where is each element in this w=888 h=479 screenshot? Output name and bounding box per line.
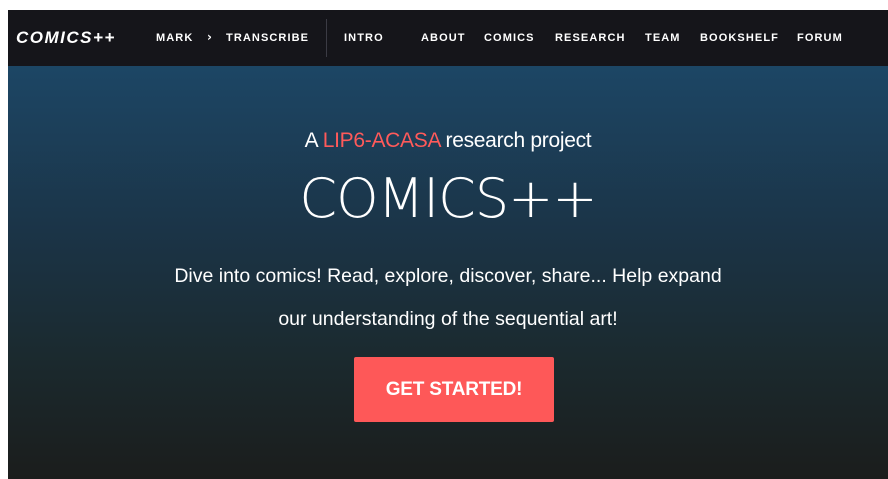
get-started-button[interactable]: GET STARTED! (354, 357, 554, 422)
nav-link-transcribe[interactable]: TRANSCRIBE (226, 31, 309, 45)
nav-link-mark[interactable]: MARK (156, 31, 193, 45)
hero-tagline: A LIP6-ACASA research project (8, 128, 888, 154)
hero-description-line1: Dive into comics! Read, explore, discove… (174, 265, 722, 287)
chevron-right-icon: › (207, 30, 212, 44)
nav-link-comics[interactable]: COMICS (484, 31, 535, 45)
nav-link-intro[interactable]: INTRO (344, 31, 384, 45)
hero-description-line2: our understanding of the sequential art! (278, 308, 618, 330)
lip6-acasa-link[interactable]: LIP6-ACASA (323, 129, 441, 152)
page-frame: COMICS++ MARK › TRANSCRIBE INTRO ABOUT C… (8, 10, 888, 479)
tagline-suffix: research project (440, 129, 592, 152)
nav-link-bookshelf[interactable]: BOOKSHELF (700, 31, 779, 45)
brand-logo-link[interactable]: COMICS++ (16, 27, 116, 49)
nav-link-team[interactable]: TEAM (645, 31, 681, 45)
nav-divider (326, 19, 327, 57)
top-navbar: COMICS++ MARK › TRANSCRIBE INTRO ABOUT C… (8, 10, 888, 66)
tagline-prefix: A (304, 129, 323, 152)
hero-title: COMICS++ (299, 167, 597, 230)
nav-link-forum[interactable]: FORUM (797, 31, 843, 45)
nav-link-research[interactable]: RESEARCH (555, 31, 626, 45)
hero-section: A LIP6-ACASA research project COMICS++ D… (8, 66, 888, 479)
nav-link-about[interactable]: ABOUT (421, 31, 466, 45)
